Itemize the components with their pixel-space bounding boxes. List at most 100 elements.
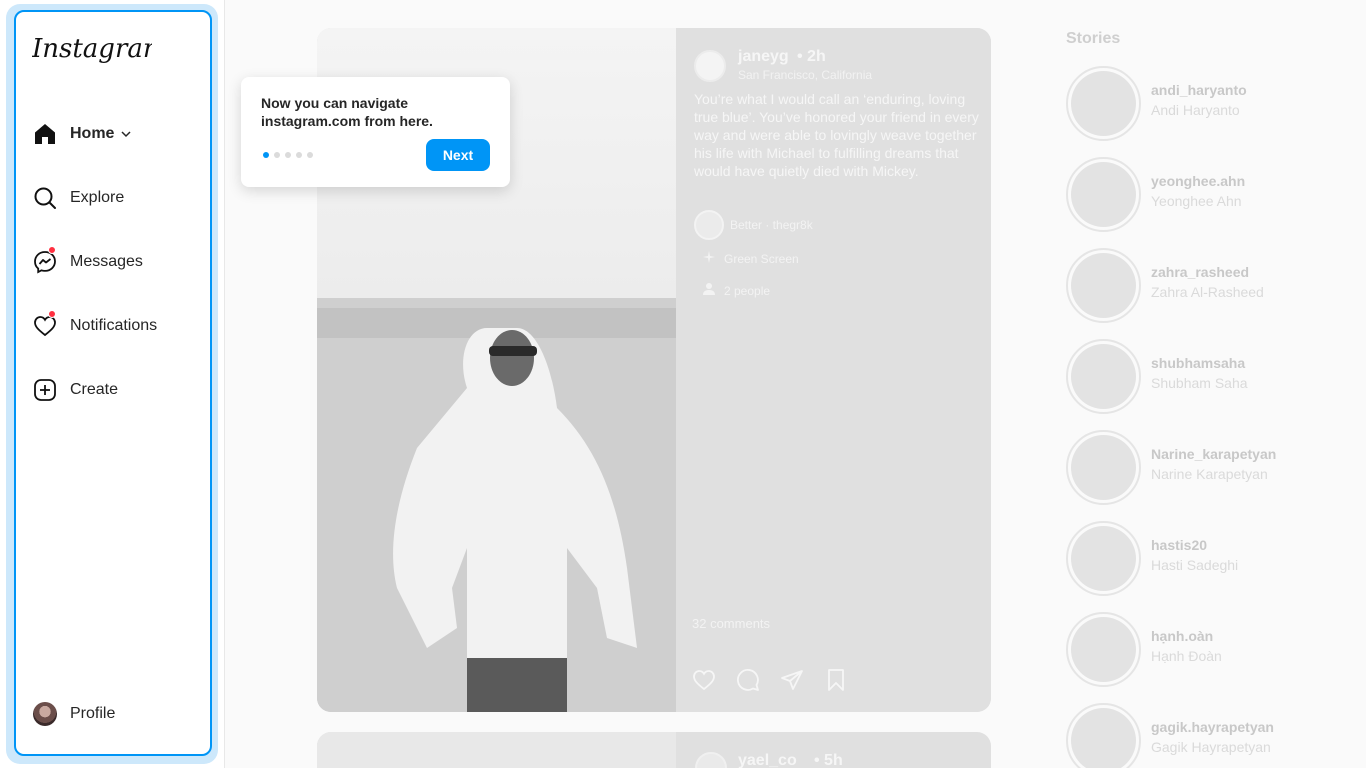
sidebar-panel: Instagram Home Explore Messages <box>0 0 225 768</box>
heart-icon <box>32 310 58 339</box>
nav-explore-label: Explore <box>70 189 125 206</box>
step-dot <box>296 152 302 158</box>
avatar <box>1071 617 1136 682</box>
post-details-panel: janeyg • 2h San Francisco, California Yo… <box>676 28 991 712</box>
notifications-badge-dot <box>48 310 56 318</box>
story-item[interactable]: andi_haryanto Andi Haryanto <box>1066 66 1247 141</box>
story-ring <box>1066 612 1141 687</box>
nav-messages-label: Messages <box>70 253 143 270</box>
story-ring <box>1066 521 1141 596</box>
story-ring <box>1066 339 1141 414</box>
story-item[interactable]: zahra_rasheed Zahra Al-Rasheed <box>1066 248 1264 323</box>
music-album-icon <box>694 210 724 240</box>
story-fullname: Hạnh Đoàn <box>1151 647 1222 664</box>
post-effect-row[interactable]: Green Screen <box>702 250 799 267</box>
nav-home[interactable]: Home <box>32 118 132 150</box>
nav-create[interactable]: Create <box>32 374 118 406</box>
post-timestamp: • 5h <box>814 752 843 768</box>
post-tagged-row[interactable]: 2 people <box>702 282 770 299</box>
story-item[interactable]: yeonghee.ahn Yeonghee Ahn <box>1066 157 1245 232</box>
chevron-down-icon[interactable] <box>120 128 132 140</box>
post-author-avatar[interactable] <box>694 50 726 82</box>
search-icon <box>32 185 58 211</box>
story-username: Narine_karapetyan <box>1151 445 1277 462</box>
nav-explore[interactable]: Explore <box>32 182 124 214</box>
post-author-username[interactable]: yael_co <box>738 752 797 768</box>
nav-profile-label: Profile <box>70 705 116 722</box>
avatar <box>1071 253 1136 318</box>
post-effect-label: Green Screen <box>724 251 799 266</box>
post-comments-link[interactable]: 32 comments <box>692 616 770 631</box>
post-actions <box>692 668 848 692</box>
tooltip-next-button[interactable]: Next <box>426 139 490 171</box>
nav-profile[interactable]: Profile <box>32 698 115 730</box>
story-ring <box>1066 430 1141 505</box>
post-timestamp: • 2h <box>797 48 826 65</box>
story-item[interactable]: hạnh.oàn Hạnh Đoàn <box>1066 612 1222 687</box>
svg-text:Instagram: Instagram <box>32 34 152 64</box>
story-ring <box>1066 703 1141 768</box>
story-username: gagik.hayrapetyan <box>1151 718 1274 735</box>
post-music-label: Better · thegr8k <box>730 218 813 232</box>
person-icon <box>702 282 716 299</box>
story-username: andi_haryanto <box>1151 81 1247 98</box>
post-author-username[interactable]: janeyg <box>738 48 789 66</box>
story-ring <box>1066 66 1141 141</box>
story-fullname: Andi Haryanto <box>1151 101 1240 118</box>
story-username: zahra_rasheed <box>1151 263 1250 280</box>
story-fullname: Shubham Saha <box>1151 374 1248 391</box>
post-location[interactable]: San Francisco, California <box>738 68 872 82</box>
feed-post-next: yael_co • 5h <box>317 732 991 768</box>
story-username: yeonghee.ahn <box>1151 172 1246 189</box>
story-item[interactable]: Narine_karapetyan Narine Karapetyan <box>1066 430 1276 505</box>
comment-icon[interactable] <box>736 668 760 692</box>
like-heart-icon[interactable] <box>692 668 716 692</box>
post-author-avatar[interactable] <box>695 752 727 768</box>
bookmark-icon[interactable] <box>824 668 848 692</box>
story-item[interactable]: gagik.hayrapetyan Gagik Hayrapetyan <box>1066 703 1274 768</box>
story-username: hastis20 <box>1151 536 1208 553</box>
avatar <box>1071 162 1136 227</box>
share-send-icon[interactable] <box>780 668 804 692</box>
story-item[interactable]: hastis20 Hasti Sadeghi <box>1066 521 1238 596</box>
nav-home-label: Home <box>70 125 115 142</box>
story-fullname: Yeonghee Ahn <box>1151 192 1242 209</box>
sparkle-icon <box>702 250 716 267</box>
post-music-row[interactable]: Better · thegr8k <box>694 210 813 240</box>
home-icon <box>32 121 58 147</box>
step-dot <box>307 152 313 158</box>
nav-notifications-label: Notifications <box>70 317 158 334</box>
story-fullname: Zahra Al-Rasheed <box>1151 283 1264 300</box>
nav-create-label: Create <box>70 381 119 398</box>
story-fullname: Hasti Sadeghi <box>1151 556 1239 573</box>
story-fullname: Gagik Hayrapetyan <box>1151 738 1271 755</box>
nav-messages[interactable]: Messages <box>32 246 143 278</box>
instagram-logo[interactable]: Instagram <box>31 32 168 73</box>
avatar <box>1071 708 1136 768</box>
avatar <box>33 702 57 726</box>
story-username: hạnh.oàn <box>1151 627 1214 644</box>
nav-notifications[interactable]: Notifications <box>32 310 157 342</box>
plus-square-icon <box>32 377 58 403</box>
avatar <box>1071 435 1136 500</box>
avatar <box>1071 526 1136 591</box>
messenger-icon <box>32 246 58 275</box>
tooltip-step-dots <box>263 152 313 158</box>
post-tagged-label: 2 people <box>724 283 771 298</box>
story-username: shubhamsaha <box>1151 354 1246 371</box>
post-photo[interactable] <box>317 732 676 768</box>
profile-avatar <box>32 701 58 727</box>
story-fullname: Narine Karapetyan <box>1151 465 1268 482</box>
story-ring <box>1066 157 1141 232</box>
sidebar-nav: Instagram Home Explore Messages <box>14 10 212 756</box>
story-item[interactable]: shubhamsaha Shubham Saha <box>1066 339 1248 414</box>
avatar <box>1071 344 1136 409</box>
avatar <box>1071 71 1136 136</box>
tooltip-message: Now you can navigate instagram.com from … <box>261 95 433 129</box>
story-ring <box>1066 248 1141 323</box>
messages-badge-dot <box>48 246 56 254</box>
step-dot <box>285 152 291 158</box>
onboarding-tooltip: Now you can navigate instagram.com from … <box>241 77 510 187</box>
step-dot-active <box>263 152 269 158</box>
step-dot <box>274 152 280 158</box>
